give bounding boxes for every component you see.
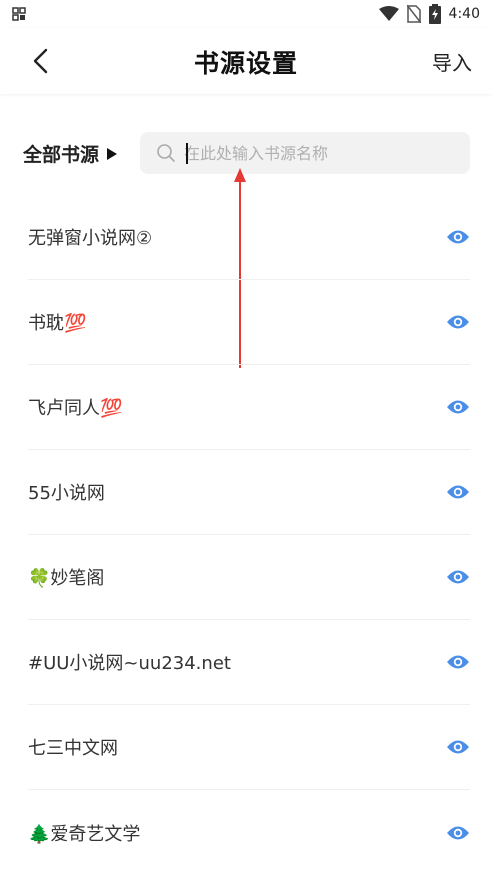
search-icon [157, 144, 175, 162]
source-item[interactable]: 55小说网 [28, 450, 470, 535]
text-cursor [186, 143, 188, 164]
grid-notification-icon [12, 7, 26, 21]
eye-icon[interactable] [446, 483, 470, 501]
source-name: 书耽💯 [28, 313, 87, 334]
wifi-icon [378, 6, 399, 21]
source-name: 无弹窗小说网② [28, 228, 153, 249]
triangle-right-icon [107, 147, 118, 160]
source-name: 🌲爱奇艺文学 [28, 823, 141, 845]
source-item[interactable]: 飞卢同人💯 [28, 365, 470, 450]
source-name: 七三中文网 [28, 738, 118, 759]
source-item[interactable]: 七三中文网 [28, 705, 470, 790]
status-bar: 4:40 [0, 0, 492, 28]
source-name: 🍀妙笔阁 [28, 568, 105, 589]
no-sim-icon [406, 5, 421, 23]
status-time: 4:40 [448, 6, 480, 22]
source-item[interactable]: 书耽💯 [28, 280, 470, 365]
source-list: 无弹窗小说网② 书耽💯 飞卢同人💯 55小说网 🍀妙笔阁 #UU小说网~uu23… [0, 195, 492, 874]
source-item[interactable]: 🍀妙笔阁 [28, 535, 470, 620]
source-item[interactable]: 无弹窗小说网② [28, 195, 470, 280]
eye-icon[interactable] [446, 313, 470, 331]
eye-icon[interactable] [446, 398, 470, 416]
page-title: 书源设置 [193, 49, 298, 78]
eye-icon[interactable] [446, 568, 470, 586]
import-button[interactable]: 导入 [432, 47, 472, 76]
eye-icon[interactable] [446, 824, 470, 842]
source-filter-label: 全部书源 [23, 144, 100, 166]
search-box[interactable] [140, 132, 470, 174]
source-item[interactable]: 🌲爱奇艺文学 [28, 790, 470, 874]
source-name: 飞卢同人💯 [28, 398, 123, 419]
source-filter-dropdown[interactable]: 全部书源 [23, 140, 118, 167]
search-input[interactable] [184, 143, 444, 163]
source-name: #UU小说网~uu234.net [28, 653, 231, 674]
source-item[interactable]: #UU小说网~uu234.net [28, 620, 470, 705]
eye-icon[interactable] [446, 228, 470, 246]
eye-icon[interactable] [446, 653, 470, 671]
battery-charging-icon [428, 4, 441, 24]
app-header: 书源设置 导入 [0, 28, 492, 94]
eye-icon[interactable] [446, 738, 470, 756]
source-name: 55小说网 [28, 483, 105, 504]
